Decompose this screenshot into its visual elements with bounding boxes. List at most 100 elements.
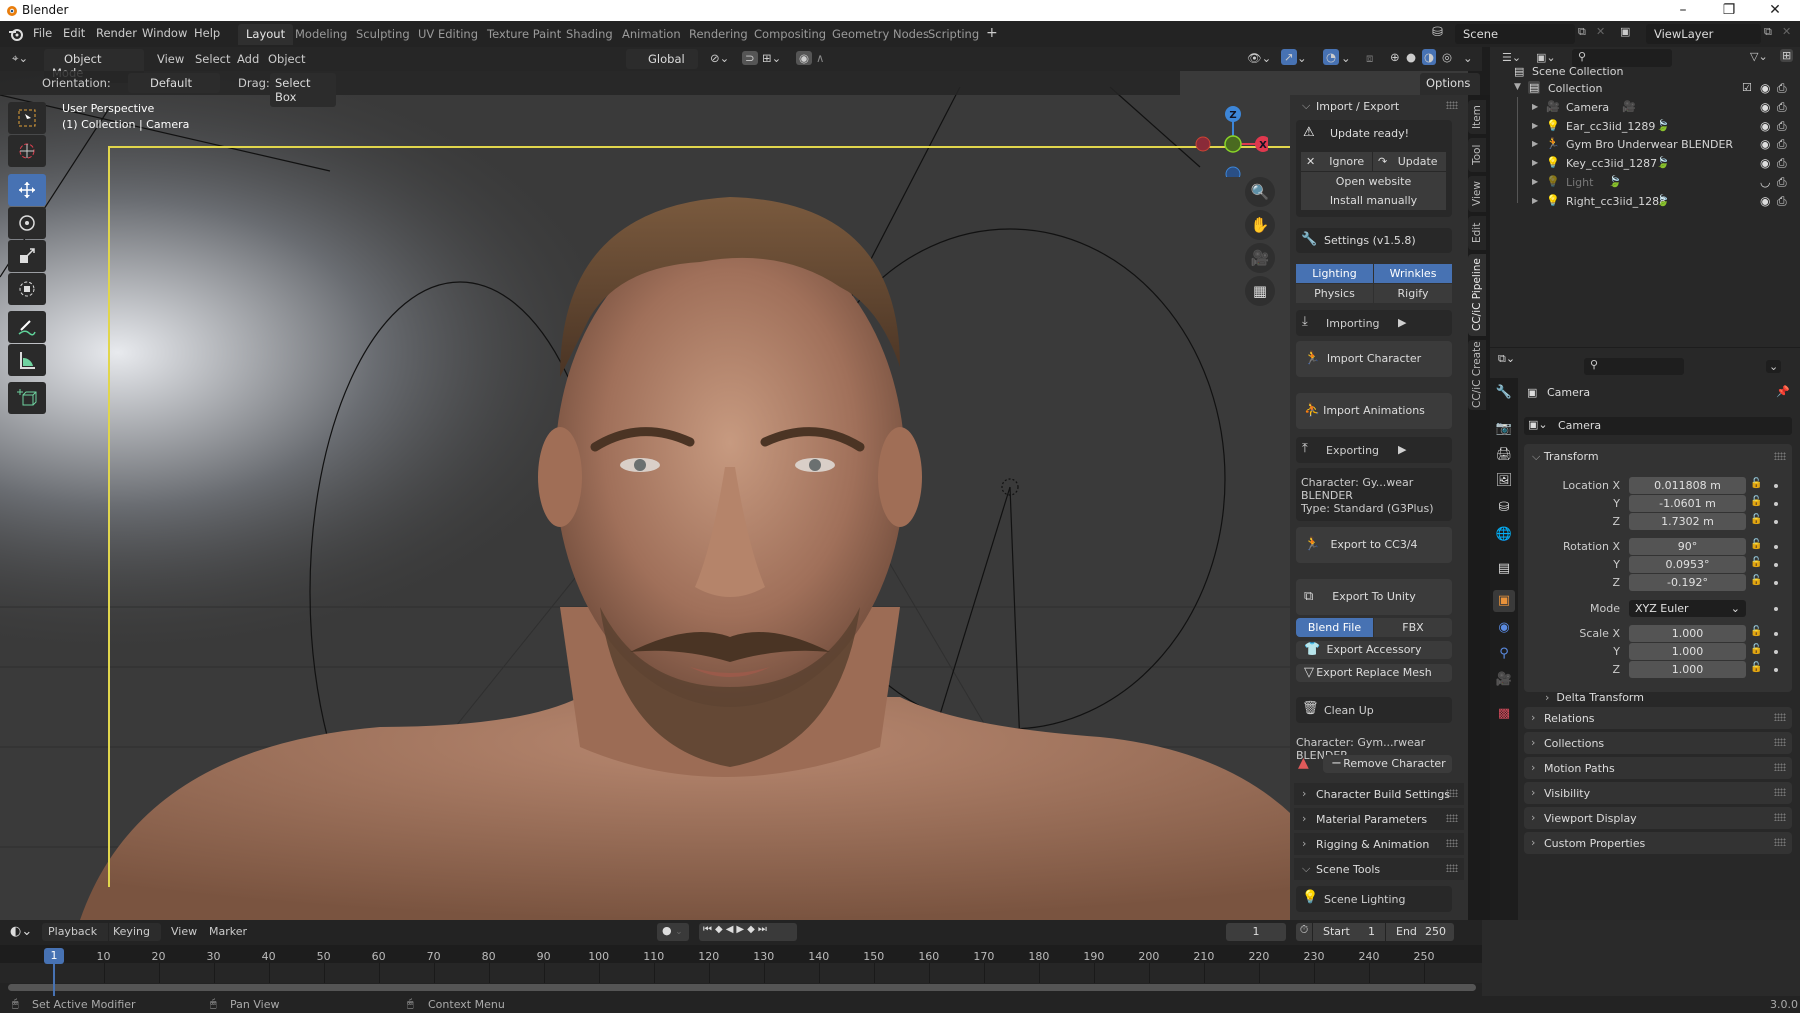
tab-texture-icon[interactable]: ▩ [1493, 703, 1515, 725]
drag-grip-icon[interactable] [1774, 838, 1786, 846]
playback-menu[interactable]: Playback ⌄ [42, 923, 108, 951]
material-shading-icon[interactable]: ◑ [1422, 49, 1437, 65]
outliner-item[interactable]: ▶ 💡 Ear_cc3iid_1289 🍃 ◉ ⎙ [1490, 118, 1800, 136]
tab-sculpting[interactable]: Sculpting [348, 24, 418, 45]
measure-tool[interactable] [8, 344, 46, 376]
minimize-button[interactable]: – [1660, 0, 1706, 21]
xray-toggle-icon[interactable]: ⧈ [1366, 51, 1373, 66]
wrinkles-toggle[interactable]: Wrinkles [1374, 264, 1452, 283]
properties-editor-type-icon[interactable]: ⧉⌄ [1498, 352, 1515, 366]
outliner-item[interactable]: ▶ 💡 Right_cc3iid_1288 🍃 ◉ ⎙ [1490, 193, 1800, 211]
scene-selector-icon[interactable]: ⛁ [1432, 25, 1443, 40]
3d-viewport[interactable]: User Perspective (1) Collection | Camera… [0, 47, 1468, 920]
next-keyframe-icon[interactable]: ◆ [747, 924, 758, 935]
rotation-y-field[interactable]: 0.0953° [1629, 556, 1746, 573]
menu-select[interactable]: Select [195, 52, 230, 66]
clean-up-button[interactable]: 🗑 Clean Up [1296, 697, 1452, 723]
ortho-toggle-button[interactable]: ▦ [1245, 276, 1275, 306]
new-scene-icon[interactable]: ⧉ [1578, 25, 1586, 39]
drag-grip-icon[interactable] [1446, 789, 1458, 797]
export-replace-mesh-button[interactable]: ▽ Export Replace Mesh [1296, 664, 1452, 682]
zoom-view-button[interactable]: 🔍 [1245, 177, 1275, 207]
keyframe-dot[interactable] [1774, 502, 1778, 506]
tab-cc-ic-create[interactable]: CC/iC Create [1468, 340, 1486, 410]
menu-object[interactable]: Object [268, 52, 305, 66]
transform-header[interactable]: ⌵ Transform [1532, 450, 1599, 464]
pin-icon[interactable]: 📌 [1776, 385, 1790, 398]
drag-grip-icon[interactable] [1446, 814, 1458, 822]
lock-icon[interactable]: 🔓 [1750, 662, 1762, 673]
eye-icon[interactable]: ◉ [1760, 137, 1770, 151]
drag-grip-icon[interactable] [1446, 864, 1458, 872]
tab-modeling[interactable]: Modeling [287, 24, 355, 45]
rotation-z-field[interactable]: -0.192° [1629, 574, 1746, 591]
outliner-item[interactable]: ▶ 🎥 Camera 🎥 ◉ ⎙ [1490, 99, 1800, 117]
tab-tool-icon[interactable]: 🔧 [1493, 382, 1515, 404]
export-cc-button[interactable]: 🏃 Export to CC3/4 [1296, 527, 1452, 563]
tab-animation[interactable]: Animation [614, 24, 689, 45]
editor-type-icon[interactable]: ⌖⌄ [12, 51, 28, 66]
cursor-tool[interactable] [8, 135, 46, 167]
timeline-view-menu[interactable]: View [171, 925, 197, 938]
drag-dropdown[interactable]: Select Box [270, 73, 336, 107]
lock-icon[interactable]: 🔓 [1750, 539, 1762, 550]
annotate-tool[interactable] [8, 311, 46, 343]
exporting-row[interactable]: ⤒ Exporting ▶ [1296, 437, 1452, 463]
section-collections[interactable]: › Collections [1524, 732, 1792, 754]
overlay-dropdown-icon[interactable]: ⌄ [1341, 51, 1351, 65]
eye-icon[interactable]: ◉ [1760, 81, 1770, 95]
section-visibility[interactable]: › Visibility [1524, 782, 1792, 804]
install-manually-button[interactable]: Install manually [1301, 191, 1446, 210]
render-camera-icon[interactable]: ⎙ [1777, 100, 1787, 115]
keyframe-dot[interactable] [1774, 545, 1778, 549]
physics-toggle[interactable]: Physics [1296, 284, 1373, 303]
tab-render-icon[interactable]: 📷 [1493, 418, 1515, 440]
lock-icon[interactable]: 🔓 [1750, 514, 1762, 525]
view-layer-field[interactable]: ViewLayer [1646, 24, 1761, 44]
orientation-dropdown[interactable]: Default [128, 73, 220, 93]
tab-physics-icon[interactable]: ◉ [1493, 617, 1515, 639]
drag-grip-icon[interactable] [1446, 101, 1458, 109]
new-collection-icon[interactable]: ⊞ [1780, 49, 1794, 62]
tab-rendering[interactable]: Rendering [681, 24, 756, 45]
add-cube-tool[interactable] [8, 382, 46, 414]
keyframe-dot[interactable] [1774, 607, 1778, 611]
object-name-field[interactable]: ▣⌄ Camera [1524, 417, 1792, 435]
tab-output-icon[interactable]: 🖨 [1493, 444, 1515, 466]
drag-grip-icon[interactable] [1446, 839, 1458, 847]
close-button[interactable]: ✕ [1752, 0, 1798, 21]
section-viewport-display[interactable]: › Viewport Display [1524, 807, 1792, 829]
keyframe-dot[interactable] [1774, 581, 1778, 585]
location-x-field[interactable]: 0.011808 m [1629, 477, 1746, 494]
camera-view-button[interactable]: 🎥 [1245, 243, 1275, 273]
render-camera-icon[interactable]: ⎙ [1777, 119, 1787, 134]
open-website-button[interactable]: Open website [1301, 172, 1446, 191]
light-data-icon[interactable]: 🍃 [1608, 175, 1622, 188]
eye-icon[interactable]: ◉ [1760, 119, 1770, 133]
select-box-tool[interactable] [8, 102, 46, 134]
keyframe-dot[interactable] [1774, 520, 1778, 524]
navigation-gizmo[interactable]: Z X [1188, 102, 1268, 177]
render-camera-icon[interactable]: ⎙ [1777, 175, 1787, 190]
importing-row[interactable]: ⤓ Importing ▶ [1296, 310, 1452, 336]
lock-icon[interactable]: 🔓 [1750, 575, 1762, 586]
section-motion-paths[interactable]: › Motion Paths [1524, 757, 1792, 779]
expand-right-icon[interactable]: ▶ [1532, 121, 1538, 130]
lock-icon[interactable]: 🔓 [1750, 644, 1762, 655]
update-button[interactable]: ↷ Update [1373, 152, 1446, 171]
drag-grip-icon[interactable] [1774, 452, 1786, 460]
collection-row[interactable]: ▼ ▤ Collection ☑ ◉ ⎙ [1490, 80, 1800, 98]
tab-uv-editing[interactable]: UV Editing [410, 24, 486, 45]
blender-menu-icon[interactable] [8, 26, 24, 42]
pivot-point-icon[interactable]: ⊘⌄ [710, 51, 729, 65]
outliner-item-name[interactable]: Gym Bro Underwear BLENDER [1566, 138, 1733, 151]
scale-z-field[interactable]: 1.000 [1629, 661, 1746, 678]
eye-icon[interactable]: ◉ [1760, 156, 1770, 170]
rigify-toggle[interactable]: Rigify [1374, 284, 1452, 303]
tab-edit[interactable]: Edit [1468, 216, 1486, 250]
light-data-icon[interactable]: 🍃 [1656, 156, 1670, 169]
lock-icon[interactable]: 🔓 [1750, 496, 1762, 507]
import-export-header[interactable]: ⌵ Import / Export [1294, 95, 1464, 117]
expand-right-icon[interactable]: ▶ [1532, 196, 1538, 205]
tab-layout[interactable]: Layout [238, 24, 294, 45]
